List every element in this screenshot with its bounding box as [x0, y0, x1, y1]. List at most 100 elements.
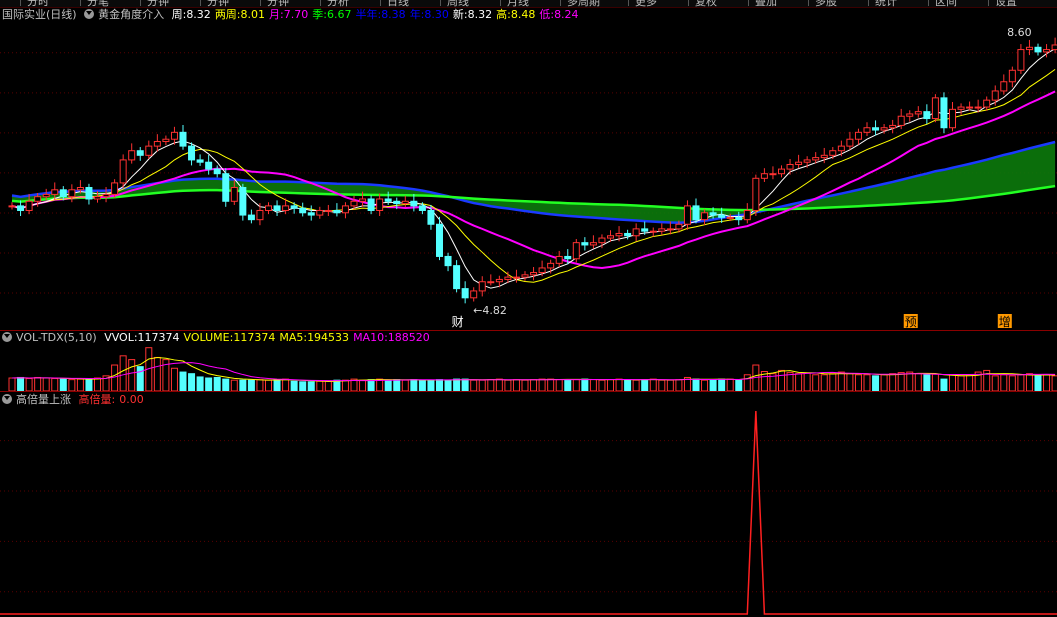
candle-body	[726, 216, 734, 219]
legend-label: MA10:	[353, 331, 388, 344]
candle	[829, 147, 837, 159]
top-tab[interactable]: 日线	[380, 0, 415, 7]
candle-body	[615, 232, 623, 237]
candle-body	[25, 200, 33, 211]
top-tab[interactable]: 分时	[20, 0, 55, 7]
top-tab[interactable]: 分钟	[200, 0, 235, 7]
volume-bar	[384, 379, 392, 391]
volume-bar	[521, 379, 529, 391]
candle	[983, 96, 991, 111]
candle-body	[341, 205, 349, 214]
candle-body	[914, 111, 922, 115]
volume-indicator-name[interactable]: VOL-TDX(5,10)	[16, 331, 97, 344]
candle-body	[675, 223, 683, 230]
candle-body	[889, 124, 897, 129]
legend-label: 两周:	[214, 8, 241, 21]
volume-bar	[341, 379, 349, 391]
candle	[8, 202, 16, 210]
dropdown-icon[interactable]	[2, 332, 12, 342]
panel-divider	[0, 391, 1057, 392]
top-tab[interactable]: 周线	[440, 0, 475, 7]
top-tab[interactable]: 月线	[500, 0, 535, 7]
candle-body	[34, 196, 42, 202]
candle	[470, 287, 478, 302]
candle	[769, 166, 777, 180]
candle	[837, 140, 845, 157]
volume-bar	[1043, 374, 1051, 391]
candle	[1025, 39, 1033, 56]
stock-title[interactable]: 国际实业(日线)	[2, 8, 77, 21]
dropdown-icon[interactable]	[2, 394, 12, 404]
candle	[247, 209, 255, 224]
candle	[401, 195, 409, 208]
candle-body	[547, 262, 555, 269]
candle-body	[991, 90, 999, 101]
volume-chart[interactable]	[0, 345, 1057, 391]
gbl-indicator-name[interactable]: 高倍量上涨	[16, 393, 71, 406]
volume-bar	[692, 378, 700, 391]
candle	[1000, 74, 1008, 95]
indicator-name[interactable]: 黄金角度介入	[98, 8, 164, 21]
gbl-chart[interactable]	[0, 407, 1057, 617]
legend-field: 年:8.30	[410, 8, 449, 21]
candle-body	[701, 212, 709, 221]
top-tab[interactable]: 更多	[628, 0, 663, 7]
volume-bar	[188, 373, 196, 391]
candle	[128, 143, 136, 164]
candle-body	[487, 281, 495, 284]
candle-body	[940, 97, 948, 129]
candlestick-chart[interactable]: 8.60 ←4.82 财 预 增	[0, 22, 1057, 330]
volume-bar	[17, 376, 25, 391]
candle	[778, 165, 785, 178]
top-tab[interactable]: 多周期	[560, 0, 606, 7]
candle-body	[718, 214, 726, 218]
legend-field: 月:7.70	[269, 8, 308, 21]
candle	[949, 101, 956, 132]
low-price-label: ←4.82	[473, 304, 507, 317]
candle-body	[966, 106, 974, 109]
volume-bar	[436, 379, 443, 391]
event-marker: 预	[905, 315, 917, 329]
top-tab[interactable]: 分析	[320, 0, 355, 7]
volume-bar	[675, 379, 683, 391]
legend-value: 188520	[387, 331, 430, 344]
volume-bar	[461, 378, 469, 391]
top-tab[interactable]: 区间	[928, 0, 963, 7]
volume-bar	[427, 379, 435, 391]
candle	[1051, 37, 1057, 54]
candle-body	[196, 159, 204, 163]
top-tab[interactable]: 设置	[988, 0, 1023, 7]
dropdown-icon[interactable]	[84, 9, 95, 19]
volume-bar	[128, 359, 136, 391]
candle-body	[769, 173, 777, 176]
candle-body	[102, 193, 110, 198]
high-price-label: 8.60	[1007, 26, 1032, 39]
volume-bar	[555, 379, 563, 391]
top-tab[interactable]: 复权	[688, 0, 723, 7]
top-tab[interactable]: 分笔	[80, 0, 115, 7]
top-tab[interactable]: 多股	[808, 0, 843, 7]
candle	[307, 205, 315, 221]
volume-bar	[914, 373, 922, 391]
candle-body	[1043, 49, 1051, 53]
legend-field: MA10:188520	[353, 331, 430, 344]
legend-value: 8.48	[510, 8, 536, 21]
top-tab[interactable]: 分钟	[260, 0, 295, 7]
top-tab[interactable]: 分钟	[140, 0, 175, 7]
top-tab[interactable]: 统计	[868, 0, 903, 7]
gbl-label: 高倍量:	[78, 393, 116, 406]
legend-field: 新:8.32	[453, 8, 492, 21]
candle-body	[581, 242, 589, 246]
candle-body	[59, 189, 67, 198]
volume-bar	[837, 371, 845, 391]
volume-bar	[820, 374, 828, 391]
candle-body	[222, 173, 230, 202]
top-tab[interactable]: 叠加	[748, 0, 783, 7]
candle-body	[444, 255, 452, 267]
volume-bar	[530, 379, 538, 391]
candle	[68, 184, 76, 203]
candle-body	[205, 161, 213, 170]
candle	[658, 223, 666, 235]
candle-body	[307, 212, 315, 216]
volume-bar	[179, 371, 187, 391]
